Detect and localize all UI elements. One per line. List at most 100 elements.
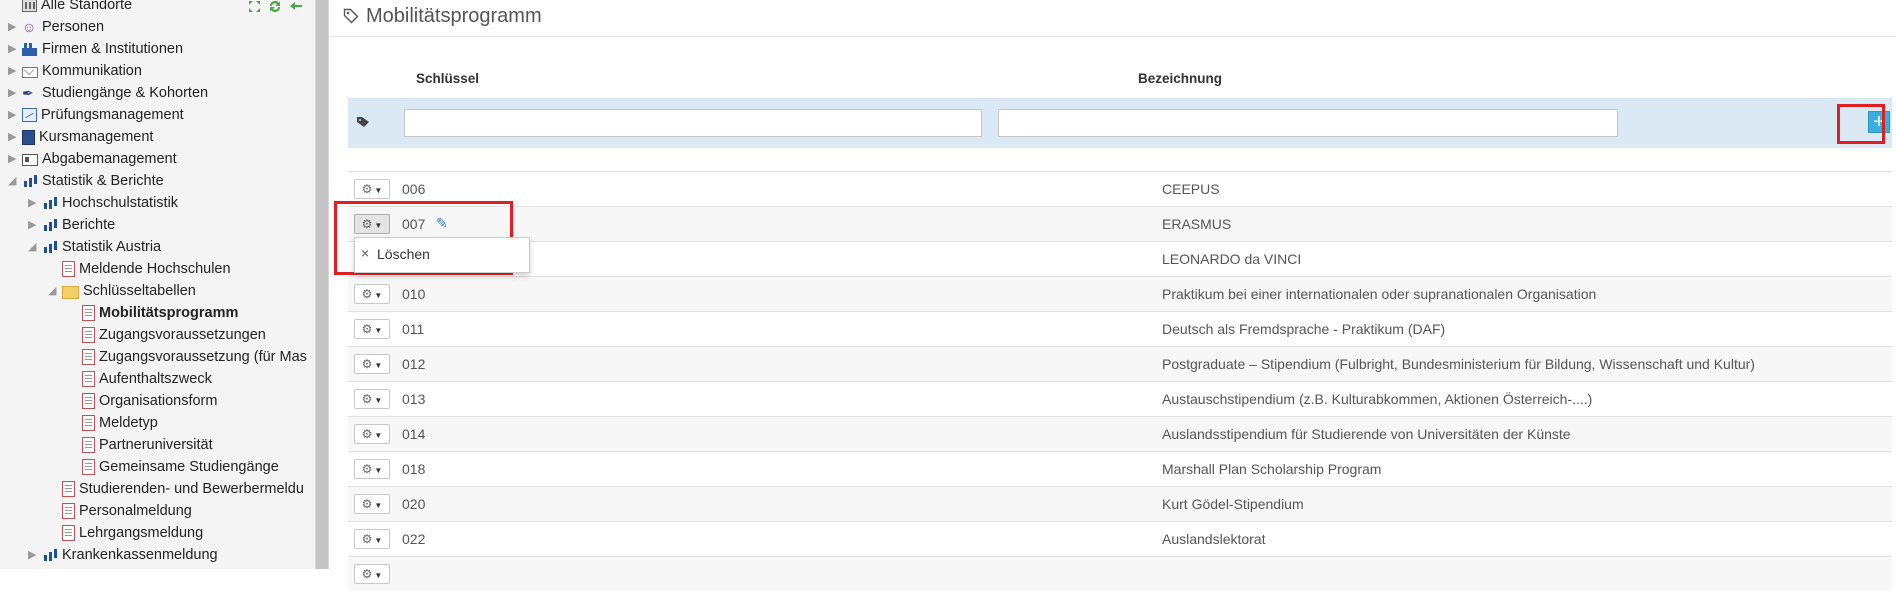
collapse-icon[interactable] xyxy=(289,0,303,13)
row-actions-button[interactable]: ⚙▼ xyxy=(354,284,390,304)
row-actions-button[interactable]: ⚙▼ xyxy=(354,214,390,234)
sidebar-item[interactable]: Alle Standorte xyxy=(8,0,132,16)
sidebar-item[interactable]: Organisationsform xyxy=(68,390,217,412)
sidebar-item-label: Meldende Hochschulen xyxy=(79,261,231,278)
card-icon xyxy=(22,154,38,167)
sidebar-item[interactable]: ▶ Krankenkassenmeldung xyxy=(28,544,218,566)
edit-pencil-icon[interactable]: ✎ xyxy=(436,215,448,232)
expanded-arrow-icon[interactable]: ◢ xyxy=(48,280,62,302)
caret-down-icon: ▼ xyxy=(374,571,383,580)
table-row[interactable]: ⚙ ▼ 011 Deutsch als Fremdsprache - Praktiku… xyxy=(348,311,1892,346)
sidebar-item[interactable]: ▶ Berichte xyxy=(28,214,115,236)
sidebar-item-label: Abgabemanagement xyxy=(42,151,177,168)
collapsed-arrow-icon[interactable]: ▶ xyxy=(28,214,42,236)
sidebar-item[interactable]: Meldetyp xyxy=(68,412,158,434)
collapsed-arrow-icon[interactable]: ▶ xyxy=(8,38,22,60)
bar-chart-icon xyxy=(42,240,58,254)
sidebar-item[interactable]: ▶ Personen xyxy=(8,16,104,38)
delete-menu-item[interactable]: Löschen xyxy=(377,246,430,262)
sidebar-item[interactable]: Personalmeldung xyxy=(48,500,192,522)
collapsed-arrow-icon[interactable]: ▶ xyxy=(28,192,42,214)
caret-down-icon: ▼ xyxy=(374,501,383,510)
row-actions-button[interactable]: ⚙▼ xyxy=(354,319,390,339)
collapsed-arrow-icon[interactable]: ▶ xyxy=(8,82,22,104)
sidebar-item-label: Organisationsform xyxy=(99,393,218,410)
table-row[interactable]: ⚙ ▼ 022 Auslandslektorat xyxy=(348,521,1892,556)
collapsed-arrow-icon[interactable]: ▶ xyxy=(8,126,22,148)
sidebar-item[interactable]: Lehrgangsmeldung xyxy=(48,522,203,544)
caret-down-icon: ▼ xyxy=(374,466,383,475)
sidebar-item[interactable]: Zugangsvoraussetzung (für Mas xyxy=(68,346,307,368)
sidebar-item-label: Statistik & Berichte xyxy=(42,173,164,190)
row-actions-button[interactable]: ⚙▼ xyxy=(354,389,390,409)
expanded-arrow-icon[interactable]: ◢ xyxy=(28,236,42,258)
caret-down-icon: ▼ xyxy=(374,186,383,195)
caret-down-icon: ▼ xyxy=(374,291,383,300)
column-header-description[interactable]: Bezeichnung xyxy=(1138,71,1222,86)
add-button[interactable]: + xyxy=(1868,111,1890,133)
sidebar-item-label: Alle Standorte xyxy=(41,0,133,14)
row-action-menu: × Löschen xyxy=(354,237,530,273)
table-row[interactable]: ⚙▼LEONARDO da VINCI xyxy=(348,241,1892,276)
collapsed-arrow-icon[interactable]: ▶ xyxy=(8,148,22,170)
cell-description: Auslandslektorat xyxy=(1162,531,1266,547)
collapsed-arrow-icon[interactable]: ▶ xyxy=(28,544,42,566)
column-header-key[interactable]: Schlüssel xyxy=(416,71,479,86)
row-actions-button[interactable]: ⚙▼ xyxy=(354,459,390,479)
expanded-arrow-icon[interactable]: ◢ xyxy=(8,170,22,192)
sidebar-item[interactable]: ▶ Kursmanagement xyxy=(8,126,153,148)
sidebar-item[interactable]: Meldende Hochschulen xyxy=(48,258,231,280)
collapsed-arrow-icon[interactable]: ▶ xyxy=(8,60,22,82)
sidebar-item-label: Kommunikation xyxy=(42,63,142,80)
table-row[interactable]: ⚙ ▼ 006 CEEPUS xyxy=(348,171,1892,206)
sidebar-item[interactable]: ▶ Studiengänge & Kohorten xyxy=(8,82,208,104)
row-actions-button[interactable]: ⚙▼ xyxy=(354,564,390,584)
key-input[interactable] xyxy=(404,109,982,137)
sidebar-item[interactable]: Mobilitätsprogramm xyxy=(68,302,238,324)
expand-all-icon[interactable] xyxy=(248,0,262,13)
sidebar-item[interactable]: Zugangsvoraussetzungen xyxy=(68,324,266,346)
table-row[interactable]: ⚙ ▼ 013 Austauschstipendium (z.B. Kulturabk… xyxy=(348,381,1892,416)
sidebar-item[interactable]: ◢ Schlüsseltabellen xyxy=(48,280,196,302)
table-row[interactable]: ⚙ ▼ 018 Marshall Plan Scholarship Program xyxy=(348,451,1892,486)
sidebar-item[interactable]: Aufenthaltszweck xyxy=(68,368,212,390)
sidebar-item-label: Prüfungsmanagement xyxy=(41,107,184,124)
table-row[interactable]: ⚙ ▼ 010 Praktikum bei einer internationalen… xyxy=(348,276,1892,311)
table-row[interactable]: ⚙ ▼ xyxy=(348,556,1892,591)
sidebar-item[interactable]: ◢ Statistik Austria xyxy=(28,236,161,258)
sidebar-item[interactable]: ▶ Hochschulstatistik xyxy=(28,192,178,214)
collapsed-arrow-icon[interactable]: ▶ xyxy=(8,104,22,126)
sidebar-item[interactable]: Gemeinsame Studiengänge xyxy=(68,456,279,478)
cell-key: 013 xyxy=(402,391,426,407)
sidebar-item[interactable]: ▶ Prüfungsmanagement xyxy=(8,104,184,126)
sidebar-item[interactable]: ◢ Statistik & Berichte xyxy=(8,170,164,192)
cell-key: 010 xyxy=(402,286,426,302)
description-input[interactable] xyxy=(998,109,1618,137)
sidebar-item-label: Personen xyxy=(42,19,105,36)
sidebar-scrollbar[interactable] xyxy=(315,0,329,569)
scrollbar-thumb[interactable] xyxy=(316,0,328,569)
people-icon xyxy=(22,16,38,38)
sidebar-item[interactable]: Studierenden- und Bewerbermeldu xyxy=(48,478,304,500)
sidebar-item-label: Studierenden- und Bewerbermeldu xyxy=(79,481,304,498)
table-row[interactable]: ⚙ ▼ 012 Postgraduate – Stipendium (Fulbrigh… xyxy=(348,346,1892,381)
table-row[interactable]: ⚙ ▼ 014 Auslandsstipendium für Studierende … xyxy=(348,416,1892,451)
sidebar-item[interactable]: Partneruniversität xyxy=(68,434,213,456)
sidebar-item[interactable]: ▶ Kommunikation xyxy=(8,60,142,82)
sidebar-item[interactable]: ▶ Abgabemanagement xyxy=(8,148,177,170)
row-actions-button[interactable]: ⚙▼ xyxy=(354,424,390,444)
sidebar-item[interactable]: ▶ Firmen & Institutionen xyxy=(8,38,183,60)
row-actions-button[interactable]: ⚙▼ xyxy=(354,179,390,199)
collapsed-arrow-icon[interactable]: ▶ xyxy=(8,16,22,38)
row-actions-button[interactable]: ⚙▼ xyxy=(354,529,390,549)
cell-key: 020 xyxy=(402,496,426,512)
row-actions-button[interactable]: ⚙▼ xyxy=(354,354,390,374)
document-icon xyxy=(82,327,95,344)
refresh-icon[interactable] xyxy=(268,0,282,13)
table-row[interactable]: ⚙ ▼ 020 Kurt Gödel-Stipendium xyxy=(348,486,1892,521)
row-actions-button[interactable]: ⚙▼ xyxy=(354,494,390,514)
cell-description: Marshall Plan Scholarship Program xyxy=(1162,461,1382,477)
sidebar-item-label: Firmen & Institutionen xyxy=(42,41,184,58)
table-row[interactable]: ⚙ ▼ 007 ✎ ERASMUS xyxy=(348,206,1892,241)
cell-description: Praktikum bei einer internationalen oder… xyxy=(1162,286,1597,302)
